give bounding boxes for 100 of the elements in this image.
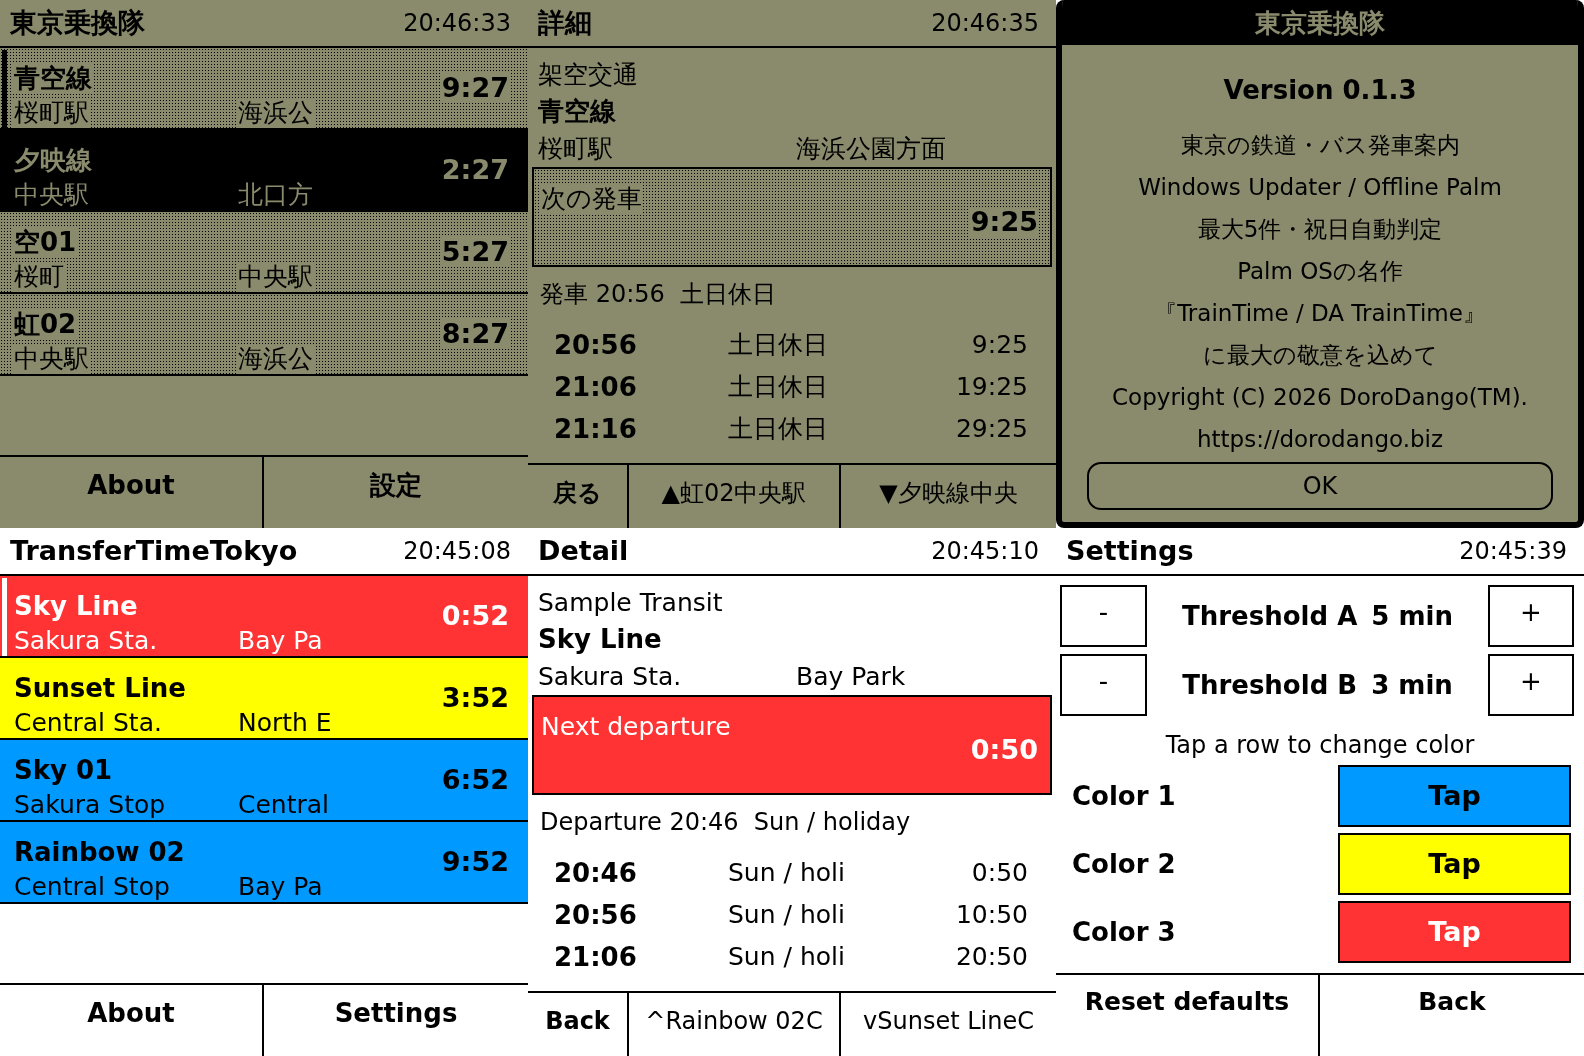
cursor-bar-icon (2, 578, 7, 656)
back-button[interactable]: Back (528, 993, 629, 1056)
departure-row[interactable]: 夕映線 中央駅 北口方 2:27 (0, 130, 528, 212)
about-text: Windows Updater / Offline Palm (1138, 173, 1502, 202)
departure-time: 20:56 (554, 900, 637, 930)
direction-text: Bay Pa (237, 626, 324, 656)
color-swatch-button[interactable]: Tap (1338, 901, 1571, 963)
screen-title: 東京乗換隊 (10, 8, 145, 38)
ok-button[interactable]: OK (1087, 462, 1553, 510)
departure-row[interactable]: 空01 桜町 中央駅 5:27 (0, 212, 528, 294)
line-name: 虹02 (13, 309, 78, 339)
departure-time: 21:06 (554, 372, 637, 402)
direction-text: 海浜公 (237, 344, 314, 374)
about-text: 東京の鉄道・バス発車案内 (1180, 131, 1460, 160)
departure-time: 21:06 (554, 942, 637, 972)
station-name: Sakura Stop (13, 790, 167, 820)
countdown-text: 20:50 (955, 942, 1028, 972)
countdown-text: 8:27 (440, 319, 510, 349)
about-text: 『TrainTime / DA TrainTime』 (1154, 299, 1486, 328)
cursor-bar-icon (2, 50, 7, 128)
color-swatch-button[interactable]: Tap (1338, 833, 1571, 895)
countdown-text: 0:50 (969, 735, 1039, 765)
decrease-button[interactable]: - (1060, 654, 1147, 716)
line-name: Sky Line (13, 591, 139, 621)
departure-summary: Departure 20:46 Sun / holiday (540, 807, 911, 837)
back-button[interactable]: Back (1320, 975, 1584, 1056)
next-departure-label: Next departure (540, 712, 732, 742)
station-name: Central Sta. (13, 708, 163, 738)
screen-title: TransferTimeTokyo (10, 536, 298, 566)
next-button[interactable]: vSunset LineC (841, 993, 1056, 1056)
countdown-text: 2:27 (440, 155, 510, 185)
station-name: 桜町 (13, 262, 65, 292)
direction-text: Central (237, 790, 331, 820)
line-name: 夕映線 (13, 145, 93, 175)
settings-button[interactable]: 設定 (264, 457, 528, 528)
station-name: 中央駅 (13, 344, 90, 374)
settings-button[interactable]: Settings (264, 985, 528, 1056)
color-label: Color 2 (1072, 849, 1176, 879)
about-button[interactable]: About (0, 985, 264, 1056)
countdown-text: 29:25 (955, 414, 1028, 444)
direction-text: Bay Pa (237, 872, 324, 902)
countdown-text: 3:52 (440, 683, 510, 713)
line-name: 空01 (13, 227, 78, 257)
departure-time: 21:16 (554, 414, 637, 444)
countdown-text: 19:25 (955, 372, 1028, 402)
countdown-text: 9:52 (440, 847, 510, 877)
increase-button[interactable]: + (1488, 654, 1574, 716)
station-name: Sakura Sta. (13, 626, 159, 656)
about-text: Copyright (C) 2026 DoroDango(TM). (1112, 383, 1528, 412)
clock-text: 20:45:10 (931, 536, 1039, 566)
operator-name: Sample Transit (538, 587, 723, 619)
threshold-label: Threshold A (1182, 601, 1358, 631)
departure-row[interactable]: Sunset Line Central Sta. North E 3:52 (0, 658, 528, 740)
next-button[interactable]: ▼夕映線中央 (841, 465, 1056, 528)
line-name: Sunset Line (13, 673, 187, 703)
clock-text: 20:46:35 (931, 8, 1039, 38)
departure-row[interactable]: Rainbow 02 Central Stop Bay Pa 9:52 (0, 822, 528, 904)
station-name: 桜町駅 (13, 98, 90, 128)
about-text: https://dorodango.biz (1196, 425, 1444, 454)
version-text: Version 0.1.3 (1223, 75, 1417, 105)
about-text: に最大の敬意を込めて (1202, 341, 1438, 370)
threshold-value: 5 min (1371, 601, 1453, 631)
hint-text: Tap a row to change color (1165, 730, 1475, 760)
line-name: 青空線 (13, 63, 93, 93)
station-name: Central Stop (13, 872, 171, 902)
decrease-button[interactable]: - (1060, 585, 1147, 647)
countdown-text: 10:50 (955, 900, 1028, 930)
color-swatch-button[interactable]: Tap (1338, 765, 1571, 827)
departure-row[interactable]: Sky 01 Sakura Stop Central 6:52 (0, 740, 528, 822)
countdown-text: 9:27 (440, 73, 510, 103)
departure-summary: 発車 20:56 土日休日 (540, 279, 777, 309)
increase-button[interactable]: + (1488, 585, 1574, 647)
station-name: Sakura Sta. (538, 661, 682, 693)
clock-text: 20:45:08 (403, 536, 511, 566)
day-type: Sun / holi (728, 942, 845, 972)
color-label: Color 1 (1072, 781, 1176, 811)
departure-row[interactable]: 虹02 中央駅 海浜公 8:27 (0, 294, 528, 376)
clock-text: 20:46:33 (403, 8, 511, 38)
countdown-text: 0:52 (440, 601, 510, 631)
departure-row[interactable]: Sky Line Sakura Sta. Bay Pa 0:52 (0, 576, 528, 658)
reset-button[interactable]: Reset defaults (1056, 975, 1320, 1056)
direction-text: North E (237, 708, 333, 738)
countdown-text: 5:27 (440, 237, 510, 267)
direction-text: Bay Park (796, 661, 906, 693)
countdown-text: 9:25 (971, 330, 1028, 360)
clock-text: 20:45:39 (1459, 536, 1567, 566)
screen-title: 詳細 (538, 8, 592, 38)
countdown-text: 6:52 (440, 765, 510, 795)
previous-button[interactable]: ^Rainbow 02C (629, 993, 841, 1056)
threshold-value: 3 min (1371, 670, 1453, 700)
next-departure-label: 次の発車 (540, 184, 643, 214)
day-type: 土日休日 (728, 330, 828, 360)
departure-row[interactable]: 青空線 桜町駅 海浜公 9:27 (0, 48, 528, 130)
threshold-label: Threshold B (1182, 670, 1358, 700)
about-text: Palm OSの名作 (1237, 257, 1403, 286)
station-name: 桜町駅 (538, 133, 613, 165)
direction-text: 北口方 (237, 180, 314, 210)
direction-text: 海浜公園方面 (796, 133, 946, 165)
screen-title: Detail (538, 536, 629, 566)
countdown-text: 0:50 (971, 858, 1028, 888)
